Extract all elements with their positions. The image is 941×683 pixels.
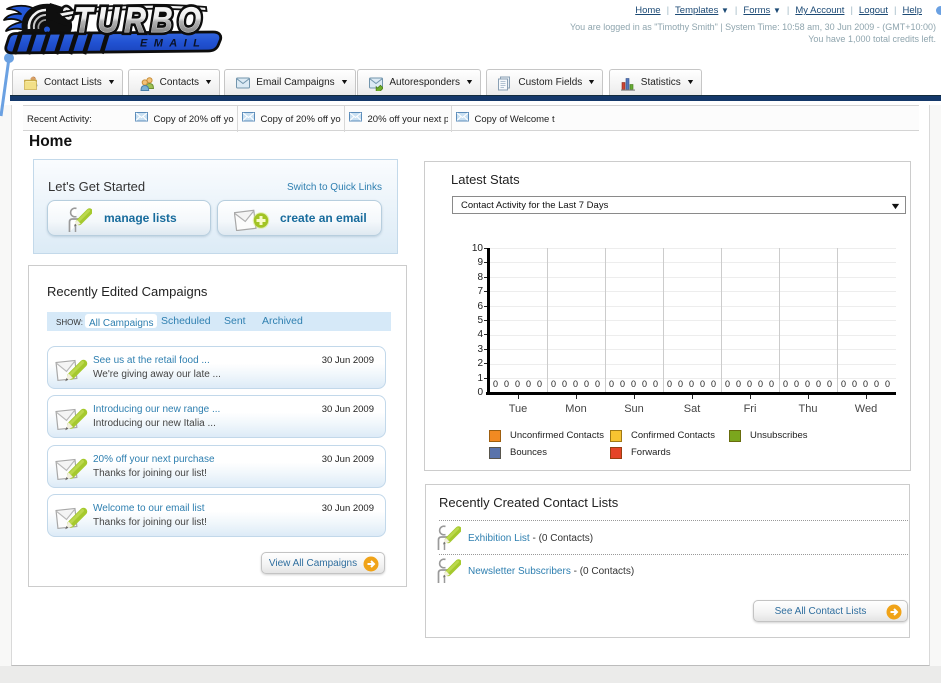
svg-text:TURBO: TURBO [74, 0, 206, 40]
